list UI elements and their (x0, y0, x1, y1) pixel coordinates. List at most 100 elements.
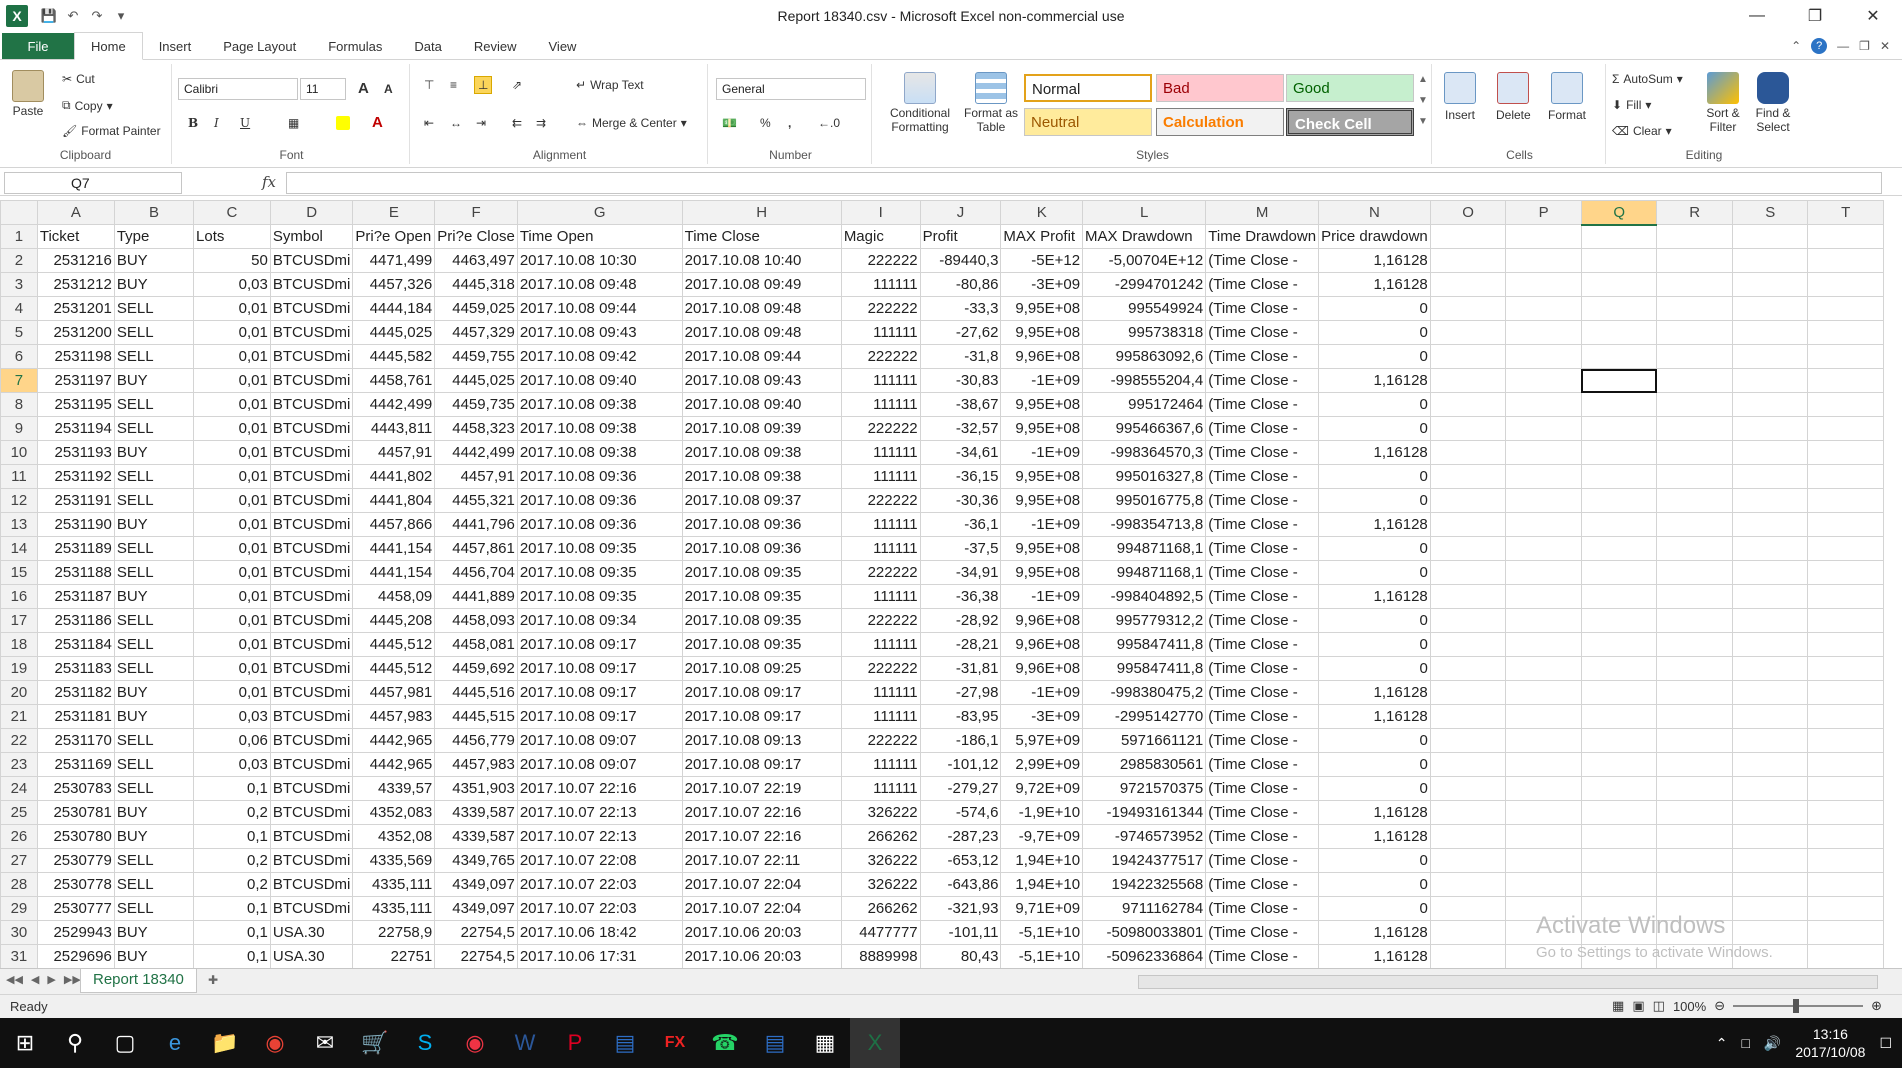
cell-n14[interactable]: 0 (1318, 536, 1431, 561)
cell-l4[interactable]: 995549924 (1082, 296, 1207, 321)
cell-c12[interactable]: 0,01 (193, 488, 271, 513)
cell-q16[interactable] (1580, 584, 1658, 609)
cell-e4[interactable]: 4444,184 (352, 296, 436, 321)
cell-f18[interactable]: 4458,081 (434, 632, 518, 657)
cell-o12[interactable] (1429, 488, 1507, 513)
cell-b22[interactable]: SELL (113, 728, 195, 753)
cell-m20[interactable]: (Time Close - (1205, 680, 1320, 705)
cell-p5[interactable] (1505, 320, 1582, 345)
row-header[interactable]: 14 (0, 536, 38, 561)
cell-t17[interactable] (1807, 608, 1884, 633)
cell-m1[interactable]: Time Drawdown (1205, 224, 1320, 249)
cell-s28[interactable] (1731, 872, 1809, 897)
cell-s15[interactable] (1731, 560, 1809, 585)
cell-j16[interactable]: -36,38 (919, 584, 1002, 609)
conditional-formatting-button[interactable]: Conditional Formatting (878, 72, 962, 134)
cell-f19[interactable]: 4459,692 (434, 656, 518, 681)
cell-g27[interactable]: 2017.10.07 22:08 (516, 848, 683, 873)
cell-l25[interactable]: -19493161344 (1082, 800, 1207, 825)
cell-q20[interactable] (1580, 680, 1658, 705)
cell-r12[interactable] (1656, 488, 1733, 513)
cell-k21[interactable]: -3E+09 (1000, 704, 1084, 729)
cell-r6[interactable] (1656, 344, 1733, 369)
cell-g6[interactable]: 2017.10.08 09:42 (516, 344, 683, 369)
cell-b17[interactable]: SELL (113, 608, 195, 633)
tab-review[interactable]: Review (458, 33, 533, 59)
cell-o5[interactable] (1429, 320, 1507, 345)
cell-e29[interactable]: 4335,111 (352, 896, 436, 921)
cell-j11[interactable]: -36,15 (919, 464, 1002, 489)
cell-d13[interactable]: BTCUSDmi (269, 512, 354, 537)
cell-k16[interactable]: -1E+09 (1000, 584, 1084, 609)
cell-a23[interactable]: 2531169 (36, 752, 115, 777)
accounting-format-button[interactable]: 💵 (722, 116, 737, 130)
cell-n26[interactable]: 1,16128 (1318, 824, 1431, 849)
cell-a10[interactable]: 2531193 (36, 440, 115, 465)
cell-o26[interactable] (1429, 824, 1507, 849)
cell-k27[interactable]: 1,94E+10 (1000, 848, 1084, 873)
cell-s26[interactable] (1731, 824, 1809, 849)
cell-i5[interactable]: 111111 (840, 320, 921, 345)
increase-decimal-button[interactable]: ←.0 (818, 116, 840, 130)
cell-m16[interactable]: (Time Close - (1205, 584, 1320, 609)
cell-g18[interactable]: 2017.10.08 09:17 (516, 632, 683, 657)
workbook-close-icon[interactable]: ✕ (1880, 39, 1890, 53)
cell-e26[interactable]: 4352,08 (352, 824, 436, 849)
cell-e20[interactable]: 4457,981 (352, 680, 436, 705)
cell-d20[interactable]: BTCUSDmi (269, 680, 354, 705)
cell-g26[interactable]: 2017.10.07 22:13 (516, 824, 683, 849)
column-header-n[interactable]: N (1318, 200, 1431, 225)
column-header-j[interactable]: J (919, 200, 1002, 225)
cell-h5[interactable]: 2017.10.08 09:48 (681, 320, 842, 345)
cell-h23[interactable]: 2017.10.08 09:17 (681, 752, 842, 777)
cell-b31[interactable]: BUY (113, 944, 195, 968)
tab-formulas[interactable]: Formulas (312, 33, 398, 59)
cell-h13[interactable]: 2017.10.08 09:36 (681, 512, 842, 537)
cell-q9[interactable] (1580, 416, 1658, 441)
cell-i31[interactable]: 8889998 (840, 944, 921, 968)
cell-k23[interactable]: 2,99E+09 (1000, 752, 1084, 777)
cell-t20[interactable] (1807, 680, 1884, 705)
cell-d27[interactable]: BTCUSDmi (269, 848, 354, 873)
row-header[interactable]: 26 (0, 824, 38, 849)
cell-l19[interactable]: 995847411,8 (1082, 656, 1207, 681)
cell-b6[interactable]: SELL (113, 344, 195, 369)
cell-i22[interactable]: 222222 (840, 728, 921, 753)
task-view-icon[interactable]: ▢ (100, 1018, 150, 1068)
cell-m2[interactable]: (Time Close - (1205, 248, 1320, 273)
cell-t18[interactable] (1807, 632, 1884, 657)
cell-k2[interactable]: -5E+12 (1000, 248, 1084, 273)
cell-r9[interactable] (1656, 416, 1733, 441)
cell-s8[interactable] (1731, 392, 1809, 417)
row-header[interactable]: 16 (0, 584, 38, 609)
cell-g11[interactable]: 2017.10.08 09:36 (516, 464, 683, 489)
cell-n17[interactable]: 0 (1318, 608, 1431, 633)
cell-f16[interactable]: 4441,889 (434, 584, 518, 609)
tab-insert[interactable]: Insert (143, 33, 208, 59)
cell-e30[interactable]: 22758,9 (352, 920, 436, 945)
cell-c28[interactable]: 0,2 (193, 872, 271, 897)
cell-e14[interactable]: 4441,154 (352, 536, 436, 561)
cell-n20[interactable]: 1,16128 (1318, 680, 1431, 705)
tab-file[interactable]: File (2, 33, 74, 59)
cell-b13[interactable]: BUY (113, 512, 195, 537)
cell-s1[interactable] (1731, 224, 1809, 249)
cell-n7[interactable]: 1,16128 (1318, 368, 1431, 393)
cell-d7[interactable]: BTCUSDmi (269, 368, 354, 393)
cell-g25[interactable]: 2017.10.07 22:13 (516, 800, 683, 825)
cell-c18[interactable]: 0,01 (193, 632, 271, 657)
cell-b8[interactable]: SELL (113, 392, 195, 417)
cell-h18[interactable]: 2017.10.08 09:35 (681, 632, 842, 657)
cell-m8[interactable]: (Time Close - (1205, 392, 1320, 417)
cell-f8[interactable]: 4459,735 (434, 392, 518, 417)
cell-i21[interactable]: 111111 (840, 704, 921, 729)
cell-f11[interactable]: 4457,91 (434, 464, 518, 489)
cell-o23[interactable] (1429, 752, 1507, 777)
cell-f1[interactable]: Pri?e Close (434, 224, 518, 249)
cell-j19[interactable]: -31,81 (919, 656, 1002, 681)
row-header[interactable]: 30 (0, 920, 38, 945)
cell-t7[interactable] (1807, 368, 1884, 393)
cell-g8[interactable]: 2017.10.08 09:38 (516, 392, 683, 417)
cell-p19[interactable] (1505, 656, 1582, 681)
cell-s25[interactable] (1731, 800, 1809, 825)
